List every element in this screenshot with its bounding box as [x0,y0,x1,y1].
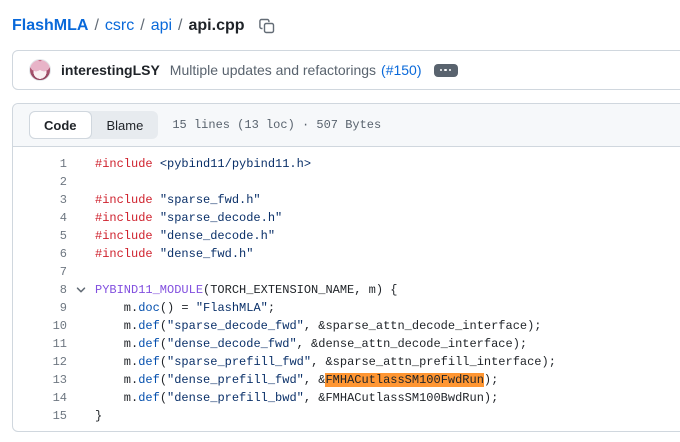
line-number[interactable]: 15 [13,407,67,425]
line-number[interactable]: 10 [13,317,67,335]
code-blame-toggle: Code Blame [29,111,159,139]
code-listing: 1 #include <pybind11/pybind11.h> 2 3 #includ… [13,147,680,431]
line-number[interactable]: 7 [13,263,67,281]
copy-path-button[interactable] [257,16,277,36]
line-number[interactable]: 14 [13,389,67,407]
line-number[interactable]: 8 [13,281,67,299]
code-line: 8 PYBIND11_MODULE(TORCH_EXTENSION_NAME, m… [13,281,680,299]
breadcrumb-dir-csrc[interactable]: csrc [105,17,134,35]
code-line: 7 [13,263,680,281]
code-text: #include "sparse_fwd.h" [95,193,261,207]
avatar[interactable] [29,59,51,81]
tab-blame[interactable]: Blame [92,111,159,139]
breadcrumb-file-name: api.cpp [188,17,245,34]
code-text: #include "dense_fwd.h" [95,247,254,261]
commit-author-link[interactable]: interestingLSY [61,62,160,78]
breadcrumb: FlashMLA / csrc / api / api.cpp [0,0,680,36]
breadcrumb-dir-api[interactable]: api [151,17,172,35]
ellipsis-icon [439,68,443,72]
tab-code[interactable]: Code [29,111,92,139]
code-line: 15} [13,407,680,425]
code-line: 2 [13,173,680,191]
line-number[interactable]: 4 [13,209,67,227]
breadcrumb-repo-link[interactable]: FlashMLA [12,17,88,35]
breadcrumb-separator: / [178,17,183,34]
code-text: #include "dense_decode.h" [95,229,276,243]
code-text: #include "sparse_decode.h" [95,211,283,225]
line-number[interactable]: 5 [13,227,67,245]
code-text: #include <pybind11/pybind11.h> [95,157,312,171]
search-match-highlight: FMHACutlassSM100FwdRun [325,373,484,387]
collapse-toggle[interactable] [67,281,95,299]
code-text: m.def("dense_prefill_bwd", &FMHACutlassS… [95,391,499,405]
line-number[interactable]: 9 [13,299,67,317]
line-number[interactable]: 2 [13,173,67,191]
code-line: 10 m.def("sparse_decode_fwd", &sparse_at… [13,317,680,335]
latest-commit-bar: interestingLSY Multiple updates and refa… [12,50,680,90]
line-number[interactable]: 13 [13,371,67,389]
breadcrumb-separator: / [140,17,145,34]
commit-pr-link[interactable]: (#150) [381,62,421,78]
code-line: 13 m.def("dense_prefill_fwd", &FMHACutla… [13,371,680,389]
code-text: m.def("dense_prefill_fwd", &FMHACutlassS… [95,373,499,387]
code-text: m.def("sparse_decode_fwd", &sparse_attn_… [95,319,542,333]
copy-icon [258,18,274,34]
line-number[interactable]: 12 [13,353,67,371]
code-line: 3 #include "sparse_fwd.h" [13,191,680,209]
line-number[interactable]: 3 [13,191,67,209]
code-line: 1 #include <pybind11/pybind11.h> [13,155,680,173]
commit-message: Multiple updates and refactorings [169,62,377,78]
code-line: 12 m.def("sparse_prefill_fwd", &sparse_a… [13,353,680,371]
breadcrumb-separator: / [94,17,99,34]
code-line: 6 #include "dense_fwd.h" [13,245,680,263]
code-text: m.def("sparse_prefill_fwd", &sparse_attn… [95,355,556,369]
code-text: m.doc() = "FlashMLA"; [95,301,276,315]
file-view-container: Code Blame 15 lines (13 loc) · 507 Bytes… [12,103,680,432]
commit-details-ellipsis-button[interactable] [433,63,458,77]
collapse-chevron-icon[interactable] [75,284,87,296]
code-text: PYBIND11_MODULE(TORCH_EXTENSION_NAME, m)… [95,283,398,297]
line-number[interactable]: 1 [13,155,67,173]
code-line: 9 m.doc() = "FlashMLA"; [13,299,680,317]
code-line: 4 #include "sparse_decode.h" [13,209,680,227]
code-text: } [95,409,103,423]
file-info: 15 lines (13 loc) · 507 Bytes [172,118,382,132]
file-toolbar: Code Blame 15 lines (13 loc) · 507 Bytes [13,104,680,147]
code-line: 14 m.def("dense_prefill_bwd", &FMHACutla… [13,389,680,407]
code-line: 11 m.def("dense_decode_fwd", &dense_attn… [13,335,680,353]
line-number[interactable]: 11 [13,335,67,353]
code-line: 5 #include "dense_decode.h" [13,227,680,245]
code-text: m.def("dense_decode_fwd", &dense_attn_de… [95,337,528,351]
line-number[interactable]: 6 [13,245,67,263]
